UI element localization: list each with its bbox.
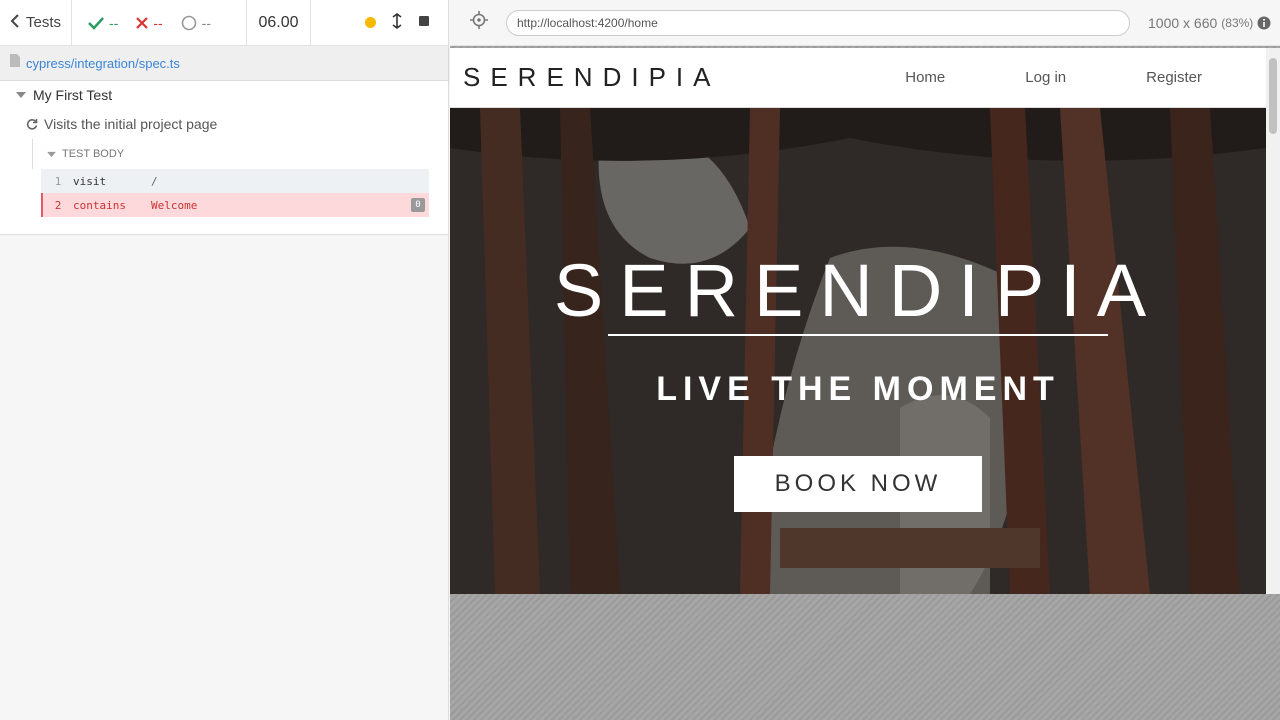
scroll-arrows-icon[interactable]: [392, 12, 402, 33]
command-count-badge: 0: [411, 198, 425, 212]
command-message: Welcome: [151, 198, 198, 212]
cypress-reporter: Tests -- -- -- 06.00 cypress/integration…: [0, 0, 449, 720]
site-nav-links: Home Log in Register: [905, 69, 1280, 86]
reporter-header: Tests -- -- -- 06.00: [0, 0, 448, 46]
command-number: 2: [54, 198, 62, 212]
failed-stat[interactable]: --: [136, 14, 163, 31]
hero-background-image: [450, 108, 1266, 594]
test-header[interactable]: Visits the initial project page: [0, 109, 448, 139]
pending-circle-icon: [181, 15, 196, 30]
check-icon: [88, 16, 104, 30]
selector-playground-icon[interactable]: [470, 11, 488, 34]
duration: 06.00: [247, 0, 311, 46]
site-logo[interactable]: SERENDIPIA: [463, 62, 721, 93]
nav-register-link[interactable]: Register: [1146, 69, 1202, 86]
back-label: Tests: [26, 14, 62, 31]
file-icon: [10, 54, 20, 72]
aut-header: http://localhost:4200/home 1000 x 660 (8…: [450, 0, 1280, 46]
site-scrollbar[interactable]: [1266, 48, 1280, 594]
viewport-scale: (83%): [1221, 15, 1254, 30]
hero-subtitle: LIVE THE MOMENT: [656, 370, 1060, 408]
command-name: contains: [73, 198, 126, 212]
scrollbar-thumb[interactable]: [1269, 58, 1277, 134]
hero-section: SERENDIPIA LIVE THE MOMENT BOOK NOW: [450, 108, 1266, 594]
back-to-tests-button[interactable]: Tests: [0, 0, 72, 46]
info-icon: [1257, 16, 1271, 29]
suite-title: My First Test: [33, 87, 113, 103]
command-row[interactable]: 1 visit /: [41, 169, 429, 193]
caret-down-icon: [16, 92, 26, 98]
website-viewport: SERENDIPIA Home Log in Register SERENDIP…: [450, 48, 1280, 594]
command-message: /: [151, 174, 158, 188]
refresh-icon: [26, 119, 38, 130]
reporter-controls: [311, 0, 448, 46]
viewport-info: 1000 x 660 (83%): [1148, 15, 1271, 31]
test-body-label: TEST BODY: [62, 148, 125, 160]
command-row-failed[interactable]: 2 contains Welcome 0: [41, 193, 429, 217]
spec-file-link[interactable]: cypress/integration/spec.ts: [26, 56, 180, 71]
nav-login-link[interactable]: Log in: [1025, 69, 1066, 86]
suite-header[interactable]: My First Test: [0, 81, 448, 109]
passed-stat[interactable]: --: [88, 15, 118, 31]
caret-down-icon: [47, 151, 56, 157]
spec-file-bar: cypress/integration/spec.ts: [0, 46, 448, 81]
command-number: 1: [54, 174, 62, 188]
stop-icon[interactable]: [418, 14, 430, 31]
test-stats: -- -- --: [72, 0, 247, 46]
test-body-header[interactable]: TEST BODY: [32, 139, 448, 169]
app-under-test-panel: http://localhost:4200/home 1000 x 660 (8…: [450, 0, 1280, 720]
x-icon: [136, 16, 149, 29]
failed-count: --: [153, 14, 163, 31]
site-navbar: SERENDIPIA Home Log in Register: [450, 48, 1280, 108]
auto-scroll-indicator-icon[interactable]: [365, 17, 376, 28]
command-list: 1 visit / 2 contains Welcome 0: [41, 169, 429, 217]
pending-count: --: [201, 14, 211, 31]
chevron-left-icon: [10, 13, 20, 32]
passed-count: --: [109, 14, 119, 31]
url-bar[interactable]: http://localhost:4200/home: [506, 9, 1130, 36]
command-name: visit: [73, 174, 107, 188]
hero-divider: [608, 334, 1108, 336]
viewport-size: 1000 x 660: [1148, 14, 1218, 31]
test-title: Visits the initial project page: [44, 116, 218, 132]
hero-title: SERENDIPIA: [553, 249, 1163, 332]
book-now-button[interactable]: BOOK NOW: [734, 456, 982, 512]
pending-stat[interactable]: --: [181, 15, 211, 31]
test-runnable: My First Test Visits the initial project…: [0, 81, 448, 235]
nav-home-link[interactable]: Home: [905, 69, 945, 86]
